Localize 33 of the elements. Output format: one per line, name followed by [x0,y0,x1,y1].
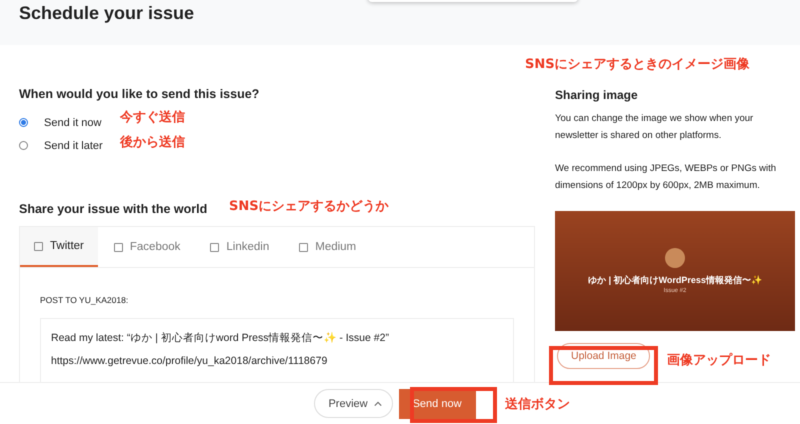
annotation-text: 画像アップロード [667,352,771,370]
annotation-text: SNSにシェアするかどうか [229,198,389,216]
recommendation-text: We recommend using JPEGs, WEBPs or PNGs with dimensions of 1200px by 600px, 2MB maximum. [555,162,778,192]
platform-tab[interactable]: Twitter [20,227,98,267]
radio-button[interactable] [19,141,28,150]
annotation-text: 後から送信 [120,134,185,152]
checkbox[interactable] [34,242,43,250]
post-label: POST TO YU_KA2018: [40,294,130,306]
preview-button[interactable]: Preview [314,389,393,418]
radio-label[interactable]: Send it later [44,140,103,152]
radio-label[interactable]: Send it now [44,116,102,128]
annotation-text: 今すぐ送信 [120,109,185,127]
platform-tab[interactable]: Facebook [100,227,194,267]
annotation-text: SNSにシェアするときのイメージ画像 [525,56,750,74]
tab-label[interactable]: Linkedin [226,241,270,253]
page-title: Schedule your issue [18,2,196,25]
checkbox[interactable] [210,242,220,252]
section-heading: Share your issue with the world [19,201,208,218]
checkbox[interactable] [299,242,308,252]
platform-tab[interactable]: Linkedin [196,227,284,267]
caret-icon [374,400,382,406]
tab-label[interactable]: Facebook [130,241,180,253]
preview-title: ゆか | 初心者向けWordPress情報発信〜✨ [588,274,762,287]
platform-tab[interactable]: Medium [285,227,370,267]
section-heading: Sharing image [555,87,639,104]
question-label: When would you like to send this issue? [19,86,260,103]
tab-label[interactable]: Medium [315,241,356,253]
radio-button[interactable] [19,118,28,127]
checkbox[interactable] [114,242,123,252]
tab-label[interactable]: Twitter [50,240,84,252]
annotation-text: 送信ボタン [505,396,570,414]
avatar-icon [665,248,685,268]
description-text: You can change the image we show when your newsletter is shared on other platforms. [555,112,754,142]
